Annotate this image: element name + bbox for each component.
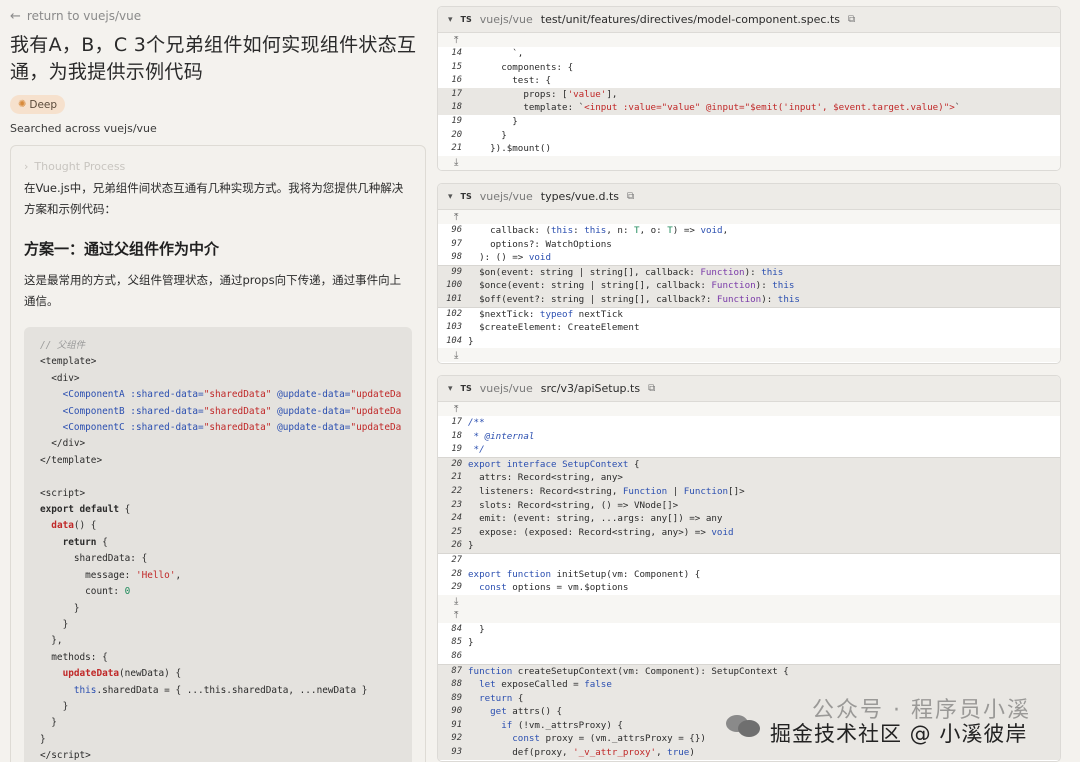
expand-down-icon[interactable]: ⤓ [438, 348, 1060, 363]
file-repo: vuejs/vue [479, 382, 533, 395]
chevron-down-icon: ▾ [448, 14, 453, 25]
mode-badge-label: Deep [29, 98, 58, 111]
file-header[interactable]: ▾ TS vuejs/vue types/vue.d.ts ⧉ [438, 184, 1060, 210]
wechat-icon [724, 711, 762, 737]
expand-down-icon[interactable]: ⤓ [438, 155, 1060, 170]
expand-up-icon[interactable]: ⤒ [438, 210, 1060, 224]
expand-down-icon[interactable]: ⤓ [438, 594, 1060, 609]
file-path[interactable]: src/v3/apiSetup.ts [541, 382, 640, 395]
thought-process-toggle[interactable]: › Thought Process [24, 158, 412, 174]
file-card: ▾ TS vuejs/vue types/vue.d.ts ⧉ ⤒ 96 cal… [437, 183, 1061, 364]
copy-icon[interactable]: ⧉ [627, 191, 634, 202]
thought-process-label: Thought Process [34, 159, 126, 173]
chat-pane: ← return to vuejs/vue 我有A，B，C 3个兄弟组件如何实现… [0, 0, 430, 762]
back-link-label: return to vuejs/vue [26, 9, 142, 23]
file-path[interactable]: types/vue.d.ts [541, 190, 619, 203]
mode-badge: ✺ Deep [10, 95, 66, 114]
chevron-right-icon: › [24, 159, 29, 173]
file-code: 96 callback: (this: this, n: T, o: T) =>… [438, 224, 1060, 348]
expand-up-icon[interactable]: ⤒ [438, 402, 1060, 416]
file-repo: vuejs/vue [479, 13, 533, 26]
question-title: 我有A，B，C 3个兄弟组件如何实现组件状态互通，为我提供示例代码 [10, 34, 417, 83]
search-status: Searched across vuejs/vue [10, 122, 157, 135]
chevron-down-icon: ▾ [448, 383, 453, 394]
file-card: ▾ TS vuejs/vue test/unit/features/direct… [437, 6, 1061, 171]
file-lang: TS [460, 192, 472, 201]
file-header[interactable]: ▾ TS vuejs/vue test/unit/features/direct… [438, 7, 1060, 33]
answer-code: // 父组件 <template> <div> <ComponentA :sha… [40, 340, 402, 762]
expand-up-icon[interactable]: ⤒ [438, 33, 1060, 47]
file-code: 14 `, 15 components: { 16 test: { 17 pro… [438, 47, 1060, 156]
copy-icon[interactable]: ⧉ [648, 383, 655, 394]
reference-pane: ▾ TS vuejs/vue test/unit/features/direct… [437, 0, 1061, 762]
file-repo: vuejs/vue [479, 190, 533, 203]
watermark-line1: 公众号 · 程序员小溪 [812, 698, 1031, 723]
section-heading: 方案一：通过父组件作为中介 [24, 240, 220, 258]
answer-code-block: // 父组件 <template> <div> <ComponentA :sha… [24, 327, 412, 762]
file-path[interactable]: test/unit/features/directives/model-comp… [541, 13, 840, 26]
chevron-down-icon: ▾ [448, 191, 453, 202]
file-lang: TS [460, 384, 472, 393]
arrow-left-icon: ← [10, 8, 21, 24]
expand-up-icon[interactable]: ⤒ [438, 608, 1060, 623]
file-lang: TS [460, 15, 472, 24]
lightbulb-icon: ✺ [18, 99, 27, 110]
watermark: 公众号 · 程序员小溪 掘金技术社区 @ 小溪彼岸 [724, 698, 1029, 748]
section-description: 这是最常用的方式，父组件管理状态，通过props向下传递，通过事件向上通信。 [24, 273, 402, 308]
file-header[interactable]: ▾ TS vuejs/vue src/v3/apiSetup.ts ⧉ [438, 376, 1060, 402]
copy-icon[interactable]: ⧉ [848, 14, 855, 25]
back-link[interactable]: ← return to vuejs/vue [10, 8, 426, 24]
answer-intro: 在Vue.js中，兄弟组件间状态互通有几种实现方式。我将为您提供几种解决方案和示… [24, 181, 404, 216]
answer-card: › Thought Process 在Vue.js中，兄弟组件间状态互通有几种实… [10, 145, 426, 762]
